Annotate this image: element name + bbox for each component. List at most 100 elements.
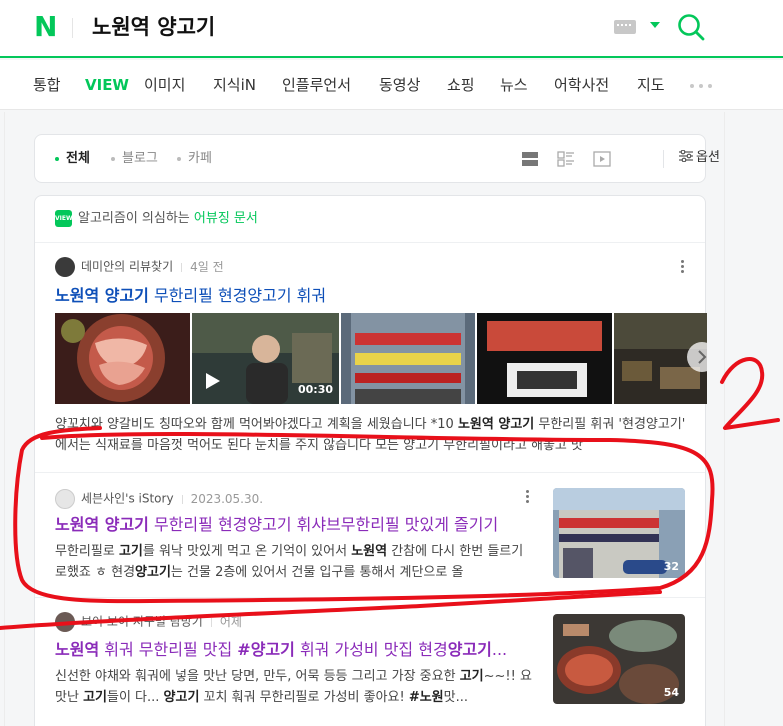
snippet-highlight: 양고기 (135, 565, 171, 580)
title-rest: ... (491, 640, 508, 659)
post-title-link[interactable]: 노원역 양고기 무한리필 현경양고기 휘샤브무한리필 맛있게 즐기기 (55, 514, 498, 536)
snippet-highlight: 노원역 (351, 544, 388, 559)
author-name: 세븐사인's iStory (81, 491, 174, 506)
video-thumbnail[interactable]: 00:30 (192, 313, 339, 404)
title-highlight: 노원역 (55, 640, 100, 659)
abuse-doc-link[interactable]: 어뷰징 문서 (194, 211, 258, 226)
post-snippet: 무한리필로 고기를 워낙 맛있게 먹고 온 기억이 있어서 노원역 간참에 다시… (55, 541, 533, 583)
video-view-icon[interactable] (593, 151, 611, 167)
notice-text: 알고리즘이 의심하는 (78, 211, 190, 226)
dot-icon (177, 156, 181, 161)
post-thumbnail[interactable]: 32 (553, 488, 685, 578)
tab-view[interactable]: VIEW (85, 75, 129, 95)
naver-logo[interactable]: N (34, 12, 57, 42)
thumbnail[interactable] (55, 313, 190, 404)
tab-knowledge[interactable]: 지식iN (213, 75, 256, 95)
title-highlight: 노원역 양고기 (55, 286, 149, 305)
thumbnail[interactable] (341, 313, 475, 404)
thumbnail[interactable] (477, 313, 612, 404)
filter-blog[interactable]: 블로그 (111, 150, 158, 168)
filter-cafe[interactable]: 카페 (177, 150, 212, 168)
tab-map[interactable]: 지도 (637, 75, 665, 95)
building-image (341, 313, 475, 404)
post-author[interactable]: 데미안의 리뷰찾기 4일 전 (55, 257, 224, 277)
filter-blog-label: 블로그 (122, 151, 158, 166)
title-highlight: #양고기 (237, 640, 295, 659)
tab-images[interactable]: 이미지 (144, 75, 185, 95)
snippet-highlight: 고기 (459, 669, 484, 684)
tab-video[interactable]: 동영상 (379, 75, 420, 95)
snippet-text: 는 건물 2층에 있어서 건물 입구를 통해서 계단으로 올 (170, 565, 464, 580)
video-duration: 00:30 (298, 383, 334, 396)
snippet-text: 무한리필로 (55, 544, 119, 559)
tab-all[interactable]: 통합 (33, 75, 61, 95)
divider (35, 597, 705, 598)
snippet-text: 들이 다... (106, 690, 164, 705)
filter-bar: 전체 블로그 카페 옵션 (34, 134, 720, 183)
options-label: 옵션 (696, 150, 720, 165)
title-rest: 휘궈 가성비 맛집 현경 (294, 640, 448, 659)
annotation-number-2 (720, 357, 780, 430)
snippet-highlight: #노원 (408, 690, 444, 705)
results-list: VIEW 알고리즘이 의심하는 어뷰징 문서 데미안의 리뷰찾기 4일 전 노원역 … (34, 195, 707, 726)
search-header: N 노원역 양고기 (0, 0, 783, 58)
post-author[interactable]: 세븐사인's iStory 2023.05.30. (55, 489, 263, 509)
search-icon[interactable] (676, 12, 706, 42)
divider (35, 242, 705, 243)
post-thumbnail[interactable]: 54 (553, 614, 685, 704)
chevron-down-icon[interactable] (650, 22, 660, 28)
snippet-highlight: 노원역 양고기 (457, 417, 535, 432)
snippet-text: 양꼬치와 양갈비도 칭따오와 함께 먹어봐야겠다고 계획을 세웠습니다 *10 (55, 417, 458, 432)
header-divider (72, 18, 73, 38)
filter-all[interactable]: 전체 (55, 150, 90, 168)
image-count: 32 (663, 560, 679, 573)
image-count: 54 (663, 686, 679, 699)
snippet-text: 를 워낙 맛있게 먹고 온 기억이 있어서 (142, 544, 352, 559)
avatar (55, 489, 75, 509)
author-name: 데미안의 리뷰찾기 (81, 259, 174, 274)
post-snippet: 신선한 야채와 훠궈에 넣을 맛난 당면, 만두, 어묵 등등 그리고 가장 중… (55, 666, 533, 708)
list-view-icon[interactable] (521, 151, 539, 167)
more-menu-icon[interactable] (526, 490, 530, 504)
snippet-highlight: 고기 (118, 544, 143, 559)
snippet-text: 신선한 야채와 훠궈에 넣을 맛난 당면, 만두, 어묵 등등 그리고 가장 중… (55, 669, 460, 684)
tab-influencer[interactable]: 인플루언서 (282, 75, 351, 95)
more-menu-icon[interactable] (681, 260, 685, 274)
card-view-icon[interactable] (557, 151, 575, 167)
title-rest: 무한리필 현경양고기 휘샤브무한리필 맛있게 즐기기 (148, 515, 499, 534)
filter-all-label: 전체 (66, 151, 90, 166)
post-date: 4일 전 (181, 260, 224, 274)
post-author[interactable]: 보이 보이 지구별 탐방기 어제 (55, 612, 242, 632)
author-name: 보이 보이 지구별 탐방기 (81, 614, 203, 629)
keyboard-icon[interactable] (614, 20, 636, 34)
filter-cafe-label: 카페 (188, 151, 212, 166)
avatar (55, 257, 75, 277)
search-query-input[interactable]: 노원역 양고기 (92, 13, 215, 41)
view-badge: VIEW (55, 210, 73, 227)
dot-icon (55, 156, 59, 161)
tab-shopping[interactable]: 쇼핑 (447, 75, 475, 95)
tab-dictionary[interactable]: 어학사전 (554, 75, 609, 95)
post-title-link[interactable]: 노원역 양고기 무한리필 현경양고기 휘궈 (55, 285, 326, 307)
play-icon[interactable] (202, 371, 222, 391)
avatar (55, 612, 75, 632)
search-tabs: 통합 VIEW 이미지 지식iN 인플루언서 동영상 쇼핑 뉴스 어학사전 지도 (0, 60, 783, 110)
title-highlight: 노원역 양고기 (55, 515, 149, 534)
divider (35, 472, 705, 473)
options-button[interactable]: 옵션 (679, 149, 720, 167)
post-date: 어제 (211, 615, 242, 629)
post-snippet: 양꼬치와 양갈비도 칭따오와 함께 먹어봐야겠다고 계획을 세웠습니다 *10 … (55, 414, 687, 456)
title-rest: 무한리필 현경양고기 휘궈 (148, 286, 327, 305)
more-tabs-icon[interactable] (690, 84, 714, 88)
title-rest: 휘궈 무한리필 맛집 (99, 640, 238, 659)
title-highlight: 양고기 (447, 640, 492, 659)
filter-divider (663, 150, 664, 168)
sign-image (477, 313, 612, 404)
snippet-text: 맛... (443, 690, 469, 705)
snippet-highlight: 양고기 (163, 690, 200, 705)
dot-icon (111, 156, 115, 161)
tab-news[interactable]: 뉴스 (500, 75, 528, 95)
snippet-text: 꼬치 훠궈 무한리필로 가성비 좋아요! (199, 690, 409, 705)
post-title-link[interactable]: 노원역 휘궈 무한리필 맛집 #양고기 휘궈 가성비 맛집 현경양고기... (55, 639, 507, 661)
post-date: 2023.05.30. (182, 492, 264, 506)
